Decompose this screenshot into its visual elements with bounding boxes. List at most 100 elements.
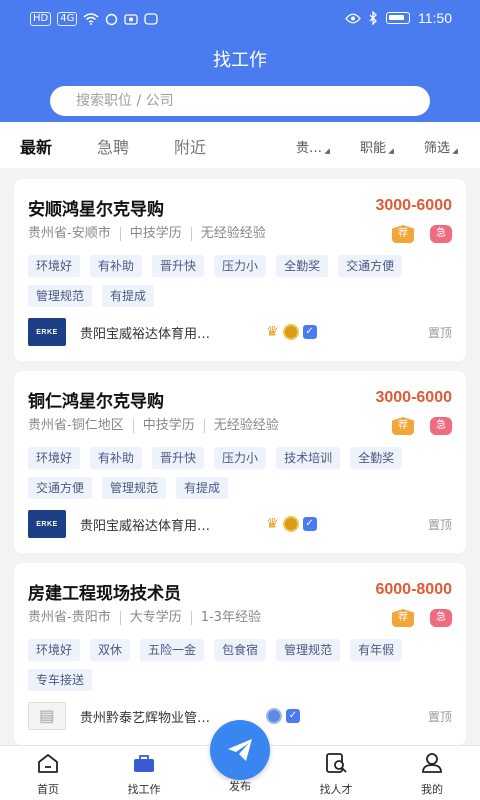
recommend-badge: 荐 <box>392 417 414 435</box>
job-experience: 无经验经验 <box>190 227 275 241</box>
eye-icon <box>345 13 361 23</box>
company-logo: ▤ <box>28 702 66 730</box>
verified-icon: ✓ <box>302 517 317 531</box>
job-education: 大专学历 <box>119 611 191 625</box>
medal-icon <box>282 324 299 340</box>
nav-home-label: 首页 <box>37 783 59 796</box>
job-badges: 荐 急 <box>392 225 452 243</box>
hd-indicator: HD <box>30 12 52 26</box>
job-tag: 有年假 <box>350 639 403 661</box>
job-title: 铜仁鸿星尔克导购 <box>28 392 164 412</box>
job-tag: 有提成 <box>176 477 229 499</box>
header: HD 4G 11:50 找工作 搜索职位 / 公司 <box>0 0 480 122</box>
wifi-icon <box>83 13 99 25</box>
crown-icon: ♛ <box>266 516 279 532</box>
company-logo: ERKE <box>28 318 66 346</box>
salary: 3000-6000 <box>375 389 452 406</box>
job-tag: 环境好 <box>28 255 81 277</box>
nav-find-talent[interactable]: 找人才 <box>296 752 376 797</box>
job-meta: 贵州省-铜仁地区 中技学历 无经验经验 <box>28 419 288 433</box>
page-title: 找工作 <box>213 50 267 71</box>
job-tag: 管理规范 <box>276 639 341 661</box>
job-education: 中技学历 <box>132 419 204 433</box>
search-input[interactable]: 搜索职位 / 公司 <box>50 86 430 116</box>
app-icon <box>144 13 159 25</box>
nav-home[interactable]: 首页 <box>8 752 88 797</box>
pinned-label: 置顶 <box>427 709 452 724</box>
filter-location[interactable]: 贵… <box>296 137 322 156</box>
job-tag: 专车接送 <box>28 669 93 691</box>
verified-icon: ✓ <box>286 709 300 723</box>
job-meta: 贵州省-安顺市 中技学历 无经验经验 <box>28 227 275 241</box>
company-row[interactable]: ERKE 贵阳宝威裕达体育用… ♛ ✓ 置顶 <box>28 509 452 539</box>
network-indicator: 4G <box>57 12 78 26</box>
job-tag: 有提成 <box>102 285 155 307</box>
job-tag: 有补助 <box>90 447 143 469</box>
job-tag: 全勤奖 <box>350 447 403 469</box>
home-icon <box>38 754 58 773</box>
status-right: 11:50 <box>345 10 452 26</box>
sync-icon <box>106 13 118 25</box>
job-experience: 无经验经验 <box>203 419 288 433</box>
job-meta: 贵州省-贵阳市 大专学历 1-3年经验 <box>28 611 270 625</box>
tab-bar: 最新 急聘 附近 贵… 职能 筛选 <box>0 122 480 168</box>
job-card[interactable]: 安顺鸿星尔克导购 3000-6000 贵州省-安顺市 中技学历 无经验经验 荐 … <box>14 179 466 361</box>
job-tags: 环境好 双休 五险一金 包食宿 管理规范 有年假 专车接送 <box>28 639 408 691</box>
company-icons: ✓ <box>266 708 300 724</box>
recommend-badge: 荐 <box>392 225 414 243</box>
job-card[interactable]: 铜仁鸿星尔克导购 3000-6000 贵州省-铜仁地区 中技学历 无经验经验 荐… <box>14 371 466 553</box>
tab-nearby[interactable]: 附近 <box>174 134 206 158</box>
profile-icon <box>422 753 442 773</box>
urgent-badge: 急 <box>430 417 452 435</box>
nav-publish-label-wrap: 发布 <box>200 778 280 794</box>
job-tag: 环境好 <box>28 639 81 661</box>
battery-icon <box>386 12 410 24</box>
nav-profile[interactable]: 我的 <box>392 752 472 797</box>
filter-more[interactable]: 筛选 <box>424 137 450 156</box>
company-name: 贵阳宝威裕达体育用… <box>80 518 211 534</box>
job-location: 贵州省-贵阳市 <box>28 610 111 625</box>
job-tag: 双休 <box>90 639 131 661</box>
nav-find-job-label: 找工作 <box>127 783 161 796</box>
pinned-label: 置顶 <box>427 325 452 340</box>
tab-urgent[interactable]: 急聘 <box>97 134 129 158</box>
job-badges: 荐 急 <box>392 609 452 627</box>
job-title: 安顺鸿星尔克导购 <box>28 200 164 220</box>
pinned-label: 置顶 <box>427 517 452 532</box>
job-location: 贵州省-铜仁地区 <box>28 418 124 433</box>
publish-button[interactable] <box>210 720 270 780</box>
company-row[interactable]: ERKE 贵阳宝威裕达体育用… ♛ ✓ 置顶 <box>28 317 452 347</box>
bluetooth-icon <box>369 11 377 25</box>
job-tag: 交通方便 <box>28 477 93 499</box>
send-icon <box>228 739 252 761</box>
status-left: HD 4G <box>30 12 159 26</box>
company-icons: ♛ ✓ <box>266 324 317 340</box>
job-tag: 包食宿 <box>214 639 267 661</box>
tab-latest[interactable]: 最新 <box>20 134 52 158</box>
filter-function[interactable]: 职能 <box>360 137 386 156</box>
recommend-badge: 荐 <box>392 609 414 627</box>
job-tag: 管理规范 <box>102 477 167 499</box>
job-tag: 晋升快 <box>152 447 205 469</box>
job-tag: 环境好 <box>28 447 81 469</box>
nav-publish-label: 发布 <box>229 780 251 793</box>
job-badges: 荐 急 <box>392 417 452 435</box>
job-card[interactable]: 房建工程现场技术员 6000-8000 贵州省-贵阳市 大专学历 1-3年经验 … <box>14 563 466 745</box>
job-location: 贵州省-安顺市 <box>28 226 111 241</box>
nav-profile-label: 我的 <box>421 783 443 796</box>
job-tag: 压力小 <box>214 255 267 277</box>
urgent-badge: 急 <box>430 609 452 627</box>
clock: 11:50 <box>418 10 452 26</box>
search-talent-icon <box>326 753 347 773</box>
crown-icon: ♛ <box>266 324 279 340</box>
job-tag: 技术培训 <box>276 447 341 469</box>
job-experience: 1-3年经验 <box>190 611 270 625</box>
nav-find-job[interactable]: 找工作 <box>104 752 184 797</box>
medal-icon <box>282 516 299 532</box>
job-tag: 交通方便 <box>338 255 403 277</box>
company-name: 贵阳宝威裕达体育用… <box>80 326 211 342</box>
company-icons: ♛ ✓ <box>266 516 317 532</box>
briefcase-icon <box>134 755 154 772</box>
job-tags: 环境好 有补助 晋升快 压力小 技术培训 全勤奖 交通方便 管理规范 有提成 <box>28 447 408 499</box>
status-bar: HD 4G 11:50 <box>0 8 480 32</box>
